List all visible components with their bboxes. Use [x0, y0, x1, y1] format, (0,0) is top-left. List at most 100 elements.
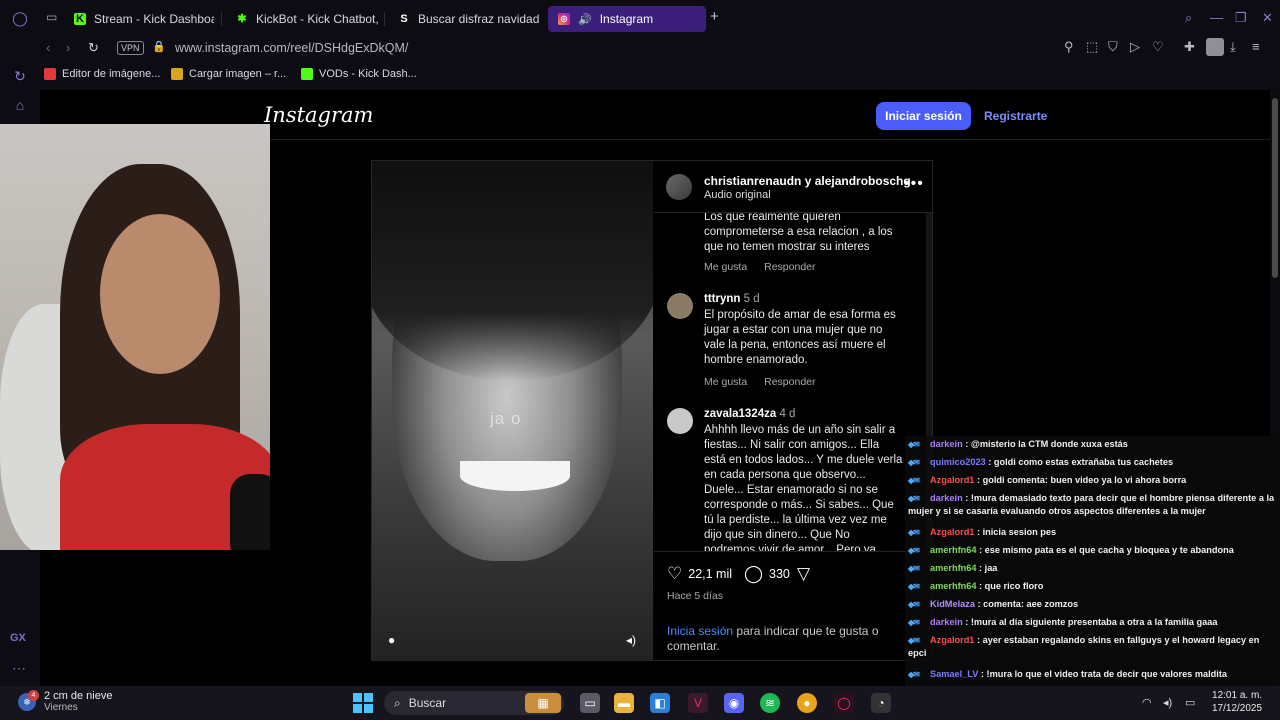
speaker-icon[interactable]: 🔊 [578, 13, 592, 26]
weather-widget[interactable]: ❄ 4 2 cm de nieve Viernes [18, 689, 112, 713]
author-avatar[interactable] [666, 174, 692, 200]
obs-icon[interactable]: ◔ [871, 693, 891, 713]
chat-badge-icon: ◆✉ [908, 546, 920, 555]
lock-icon[interactable]: 🔒 [152, 40, 166, 53]
login-prompt-link[interactable]: Inicia sesión [667, 624, 733, 638]
bookmark-item[interactable]: Editor de imágene... [44, 68, 160, 80]
chat-message: ◆✉ darkein : @misterio la CTM donde xuxa … [908, 439, 1128, 449]
volume-icon[interactable]: ◂) [1163, 696, 1172, 709]
signup-link[interactable]: Registrarte [984, 109, 1047, 123]
gx-label[interactable]: GX [10, 632, 26, 644]
like-button[interactable]: ♡ 22,1 mil [667, 564, 732, 584]
chat-message: ◆✉ Samael_LV : !mura lo que el video trat… [908, 669, 1228, 679]
store-icon[interactable]: ◧ [650, 693, 670, 713]
chat-username[interactable]: amerhfn64 [930, 545, 976, 555]
audio-label[interactable]: Audio original [704, 189, 771, 201]
page-scrollbar[interactable] [1272, 98, 1278, 278]
wifi-icon[interactable]: ◠ [1142, 696, 1152, 709]
tab-label: KickBot - Kick Chatbot, A [256, 12, 378, 26]
reload-icon[interactable]: ↻ [88, 40, 99, 56]
minimize-button[interactable]: — [1210, 10, 1223, 25]
chat-username[interactable]: Azgalord1 [930, 475, 974, 485]
comment-username[interactable]: tttrynn [704, 293, 740, 305]
reply-link[interactable]: Responder [764, 261, 815, 273]
more-options-icon[interactable]: ••• [904, 175, 924, 193]
chat-username[interactable]: amerhfn64 [930, 563, 976, 573]
widgets-icon[interactable]: ▦ [525, 693, 561, 713]
reply-link[interactable]: Responder [764, 376, 815, 388]
opera-logo-icon[interactable]: ◯ [10, 8, 30, 28]
login-button[interactable]: Iniciar sesión [876, 102, 971, 130]
back-icon[interactable]: ‹ [46, 40, 50, 55]
chat-badge-icon: ◆✉ [908, 458, 920, 467]
bookmark-item[interactable]: Cargar imagen – r... [171, 68, 286, 80]
sound-icon[interactable]: ◂) [626, 633, 636, 647]
comment-text: Ahhhh llevo más de un año sin salir a fi… [704, 424, 903, 551]
chat-username[interactable]: darkein [930, 617, 963, 627]
task-view-icon[interactable]: ▭ [580, 693, 600, 713]
menu-icon[interactable]: ≡ [1252, 39, 1260, 54]
comment-time: 4 d [779, 408, 796, 420]
new-tab-button[interactable]: + [710, 8, 719, 25]
bookmark-item[interactable]: VODs - Kick Dash... [301, 68, 417, 80]
vpn-badge[interactable]: VPN [117, 41, 144, 55]
play-icon[interactable]: ▷ [1130, 39, 1140, 55]
comment-avatar[interactable] [667, 293, 693, 319]
close-window-button[interactable]: ✕ [1262, 10, 1273, 26]
bookmark-favicon-icon [44, 68, 56, 80]
chat-username[interactable]: Samael_LV [930, 669, 978, 679]
chat-username[interactable]: Azgalord1 [930, 527, 974, 537]
search-tabs-icon[interactable]: ⌕ [1185, 10, 1192, 26]
shield-icon[interactable]: ⛉ [1108, 39, 1118, 55]
chat-username[interactable]: darkein [930, 439, 963, 449]
download-icon[interactable]: ⤓ [1230, 39, 1236, 55]
chat-badge-icon: ◆✉ [908, 670, 920, 679]
tab-menu-icon[interactable]: ▭ [46, 10, 57, 24]
more-sidebar-icon[interactable]: ⋯ [12, 660, 26, 677]
chat-badge-icon: ◆✉ [908, 582, 920, 591]
profile-avatar[interactable] [1206, 38, 1224, 56]
opera-gx-icon[interactable]: ◯ [834, 693, 854, 713]
comment-user[interactable]: tttrynn 5 d [704, 293, 760, 305]
tab-kick-dashboard[interactable]: K Stream - Kick Dashboard [64, 6, 214, 32]
extensions-icon[interactable]: ✚ [1184, 39, 1195, 55]
tab-instagram[interactable]: ◎ 🔊 Instagram [548, 6, 706, 32]
chat-username[interactable]: amerhfn64 [930, 581, 976, 591]
post-header: christianrenaudn y alejandroboschg Audio… [654, 161, 934, 213]
file-explorer-icon[interactable]: ▬ [614, 693, 634, 713]
share-button[interactable]: ▽ [797, 564, 810, 584]
gx-control-icon[interactable]: ↻ [10, 66, 30, 86]
chat-username[interactable]: KidMelaza [930, 599, 975, 609]
chrome-icon[interactable]: ● [797, 693, 817, 713]
comment-user[interactable]: zavala1324za 4 d [704, 408, 795, 420]
reel-video[interactable]: ja o ● ◂) [372, 161, 653, 660]
clock-date: 17/12/2025 [1212, 703, 1263, 714]
comment-button[interactable]: ◯ 330 [744, 564, 790, 584]
start-button[interactable] [353, 693, 373, 713]
like-comment-link[interactable]: Me gusta [704, 261, 747, 273]
gx-corner-icon[interactable]: ⌂ [10, 95, 30, 115]
discord-icon[interactable]: ◉ [724, 693, 744, 713]
battery-icon[interactable]: ▭ [1185, 696, 1195, 709]
url-field[interactable]: www.instagram.com/reel/DSHdgExDkQM/ [175, 41, 408, 55]
spotify-icon[interactable]: ≋ [760, 693, 780, 713]
like-comment-link[interactable]: Me gusta [704, 376, 747, 388]
heart-icon[interactable]: ♡ [1152, 39, 1164, 55]
maximize-button[interactable]: ❐ [1235, 10, 1247, 26]
pin-icon[interactable]: ⚲ [1064, 39, 1074, 55]
snapshot-icon[interactable]: ⬚ [1086, 39, 1098, 55]
forward-icon[interactable]: › [66, 40, 70, 55]
chat-username[interactable]: quimico2023 [930, 457, 986, 467]
chat-username[interactable]: darkein [930, 493, 963, 503]
instagram-logo[interactable]: Instagram [264, 103, 373, 127]
user-tag-icon[interactable]: ● [388, 633, 395, 647]
author-names[interactable]: christianrenaudn y alejandroboschg [704, 174, 911, 188]
app-v-icon[interactable]: V [688, 693, 708, 713]
comment-username[interactable]: zavala1324za [704, 408, 776, 420]
chat-username[interactable]: Azgalord1 [930, 635, 974, 645]
system-clock[interactable]: 12:01 a. m. 17/12/2025 [1212, 689, 1262, 715]
chat-badge-icon: ◆✉ [908, 564, 920, 573]
comment-avatar[interactable] [667, 408, 693, 434]
tab-buscar-disfraz[interactable]: S Buscar disfraz navidad | S [388, 6, 540, 32]
tab-kickbot[interactable]: ✱ KickBot - Kick Chatbot, A [226, 6, 378, 32]
